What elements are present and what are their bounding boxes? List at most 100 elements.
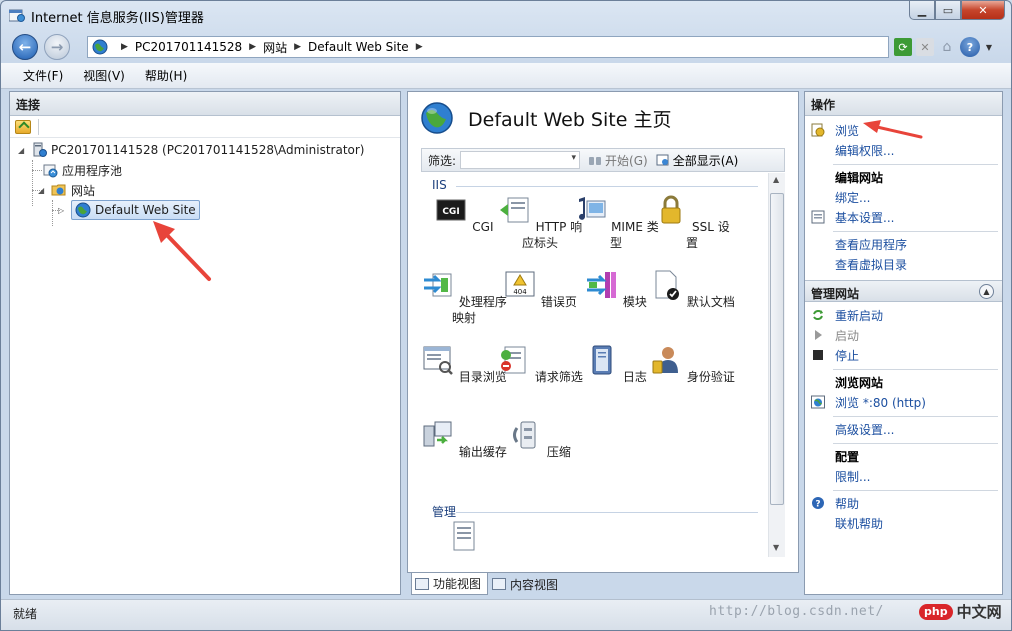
action-edit-permissions[interactable]: 编辑权限... [805, 140, 1002, 160]
selected-tree-item[interactable]: Default Web Site [71, 200, 200, 220]
feature-http-response-headers[interactable]: HTTP 响应标头 [497, 193, 583, 251]
chevron-down-icon[interactable]: ▼ [984, 38, 994, 56]
help-icon[interactable]: ? [960, 37, 980, 57]
content-view-icon [492, 578, 507, 590]
breadcrumb-server[interactable]: PC201701141528 [135, 40, 242, 54]
close-button[interactable]: ✕ [961, 1, 1005, 20]
minimize-button[interactable]: ▁ [909, 1, 935, 20]
help-icon: ? [812, 497, 824, 510]
tree-collapsed-icon[interactable]: ▷ [58, 206, 68, 215]
feature-cgi[interactable]: CGI CGI [421, 193, 507, 235]
title-bar[interactable]: Internet 信息服务(IIS)管理器 ▁ ▭ ✕ [1, 1, 1011, 29]
feature-configuration-editor[interactable] [421, 519, 507, 557]
back-button[interactable]: ← [12, 34, 38, 60]
action-restart[interactable]: 重新启动 [805, 305, 1002, 325]
scroll-up-icon[interactable]: ▲ [773, 175, 779, 184]
feature-logging[interactable]: 日志 [573, 343, 659, 385]
feature-error-pages[interactable]: 404 错误页 [497, 268, 583, 310]
compression-icon [513, 421, 536, 449]
action-stop[interactable]: 停止 [805, 345, 1002, 365]
home-icon[interactable]: ⌂ [938, 38, 956, 56]
action-online-help[interactable]: 联机帮助 [805, 513, 1002, 533]
app-pool-icon [43, 164, 58, 178]
tree-node-server[interactable]: ◢ PC201701141528 (PC201701141528\Adminis… [18, 140, 365, 160]
action-limits[interactable]: 限制... [805, 466, 1002, 486]
breadcrumb-sites[interactable]: 网站 [263, 39, 287, 56]
tab-features-view[interactable]: 功能视图 [411, 573, 489, 595]
tree-node-default-site[interactable]: ▷ Default Web Site [58, 200, 200, 220]
feature-directory-browsing[interactable]: 目录浏览 [421, 343, 507, 385]
collapse-icon[interactable]: ▲ [979, 284, 994, 299]
feature-list: IIS CGI CGI HTTP 响应标头 MIME 类型 SSL 设置 处理程… [421, 173, 768, 557]
feature-output-caching[interactable]: 输出缓存 [421, 418, 507, 460]
tree-expanded-icon[interactable]: ◢ [38, 186, 48, 195]
tab-content-view[interactable]: 内容视图 [488, 573, 565, 595]
breadcrumb-separator-icon: ▶ [121, 42, 128, 52]
action-basic-settings[interactable]: 基本设置... [805, 207, 1002, 227]
globe-icon [75, 202, 91, 218]
actions-browse-section: 浏览 编辑权限... 编辑网站 绑定... 基本设置... 查看应用程序 查看虚… [805, 116, 1002, 274]
filter-input[interactable] [460, 151, 581, 169]
browse-site-heading: 浏览网站 [835, 375, 884, 390]
connections-header: 连接 [10, 92, 400, 116]
stop-icon[interactable]: ✕ [916, 38, 934, 56]
breadcrumb-separator-icon: ▶ [294, 42, 302, 52]
feature-compression[interactable]: 压缩 [497, 418, 583, 460]
cgi-icon: CGI [436, 199, 466, 221]
tree-label-default-site: Default Web Site [95, 203, 196, 217]
feature-authentication[interactable]: 身份验证 [649, 343, 735, 385]
sites-folder-icon [51, 184, 66, 196]
forward-button[interactable]: → [44, 34, 70, 60]
feature-default-document[interactable]: 默认文档 [649, 268, 735, 310]
iis-manager-window: Internet 信息服务(IIS)管理器 ▁ ▭ ✕ ← → ▶ PC2017… [0, 0, 1012, 631]
show-all-button[interactable]: 全部显示(A) [656, 152, 738, 169]
action-bindings[interactable]: 绑定... [805, 187, 1002, 207]
features-scrollbar[interactable]: ▲ ▼ [768, 173, 785, 557]
output-caching-icon [423, 421, 452, 447]
action-help[interactable]: ? 帮助 [805, 493, 1002, 513]
connect-icon[interactable] [15, 119, 31, 134]
actions-manage-section: 重新启动 启动 停止 浏览网站 浏览 *:80 (http) 高级设置... 配… [805, 302, 1002, 533]
action-browse[interactable]: 浏览 [805, 120, 1002, 140]
menu-file[interactable]: 文件(F) [23, 67, 63, 84]
logging-icon [592, 345, 612, 375]
action-browse-80[interactable]: 浏览 *:80 (http) [805, 392, 1002, 412]
refresh-icon[interactable]: ⟳ [894, 38, 912, 56]
lock-icon [661, 195, 681, 224]
scroll-down-icon[interactable]: ▼ [773, 543, 779, 552]
breadcrumb-separator-icon[interactable]: ▶ [416, 42, 423, 52]
action-view-virtual-dirs[interactable]: 查看虚拟目录 [805, 254, 1002, 274]
action-advanced-settings[interactable]: 高级设置... [805, 419, 1002, 439]
address-bar[interactable]: ▶ PC201701141528 ▶ 网站 ▶ Default Web Site… [87, 36, 889, 58]
settings-sheet-icon [811, 210, 825, 224]
restart-icon [813, 310, 823, 320]
tree-node-sites[interactable]: ◢ 网站 [38, 180, 95, 200]
server-icon [33, 142, 47, 157]
features-pane: Default Web Site 主页 筛选: 开始(G) 全部显示(A) [407, 91, 799, 573]
scrollbar-thumb[interactable] [770, 193, 784, 505]
feature-request-filtering[interactable]: 请求筛选 [497, 343, 583, 385]
maximize-button[interactable]: ▭ [935, 1, 961, 20]
breadcrumb-separator-icon: ▶ [249, 42, 257, 52]
browse-icon [811, 123, 825, 137]
watermark-logo: php 中文网 [919, 601, 1002, 622]
action-view-applications[interactable]: 查看应用程序 [805, 234, 1002, 254]
feature-ssl-settings[interactable]: SSL 设置 [649, 193, 735, 251]
start-filter-button[interactable]: 开始(G) [588, 152, 648, 169]
menu-help[interactable]: 帮助(H) [145, 67, 187, 84]
tree-expanded-icon[interactable]: ◢ [18, 146, 28, 155]
http-headers-icon [499, 197, 529, 223]
globe-icon [92, 39, 108, 55]
directory-browsing-icon [423, 346, 453, 375]
menu-view[interactable]: 视图(V) [83, 67, 125, 84]
breadcrumb-default-site[interactable]: Default Web Site [308, 40, 409, 54]
tree-node-app-pools[interactable]: 应用程序池 [42, 160, 122, 180]
actions-pane: 操作 浏览 编辑权限... 编辑网站 绑定... 基本设置... 查看应用程序 … [804, 91, 1003, 595]
manage-site-header[interactable]: 管理网站 ▲ [805, 280, 1002, 302]
error-pages-icon: 404 [505, 271, 535, 297]
connections-toolbar [10, 116, 400, 138]
feature-mime-types[interactable]: MIME 类型 [573, 193, 659, 251]
action-start[interactable]: 启动 [805, 325, 1002, 345]
feature-modules[interactable]: 模块 [573, 268, 659, 310]
feature-handler-mappings[interactable]: 处理程序映射 [421, 268, 507, 326]
